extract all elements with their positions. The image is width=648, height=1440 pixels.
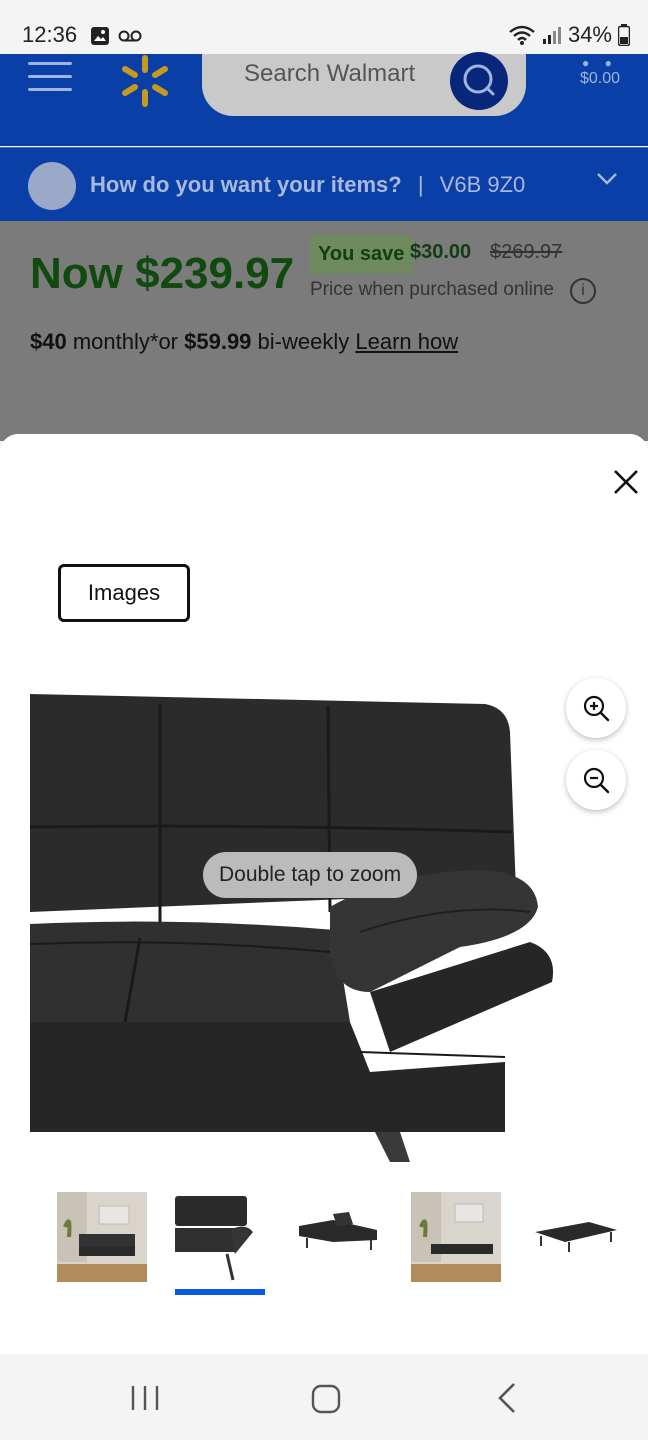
status-bar: 12:36 34% (0, 0, 648, 54)
selected-thumbnail-indicator (175, 1289, 265, 1295)
product-main-image[interactable] (30, 692, 570, 1172)
voicemail-icon (118, 30, 142, 42)
search-button[interactable] (450, 52, 508, 110)
thumb-room-view-2[interactable] (411, 1192, 501, 1282)
biweekly-text: bi-weekly (257, 329, 350, 354)
zoom-out-icon (583, 767, 610, 794)
delivery-selector[interactable]: How do you want your items? | V6B 9Z0 (0, 147, 648, 221)
search-placeholder: Search Walmart (244, 60, 416, 87)
menu-icon[interactable] (28, 62, 72, 96)
gallery-icon (91, 27, 109, 45)
delivery-question-text: How do you want your items? (90, 172, 402, 197)
learn-how-link[interactable]: Learn how (355, 329, 458, 354)
delivery-postal-code: V6B 9Z0 (439, 172, 526, 197)
zoom-in-button[interactable] (566, 678, 626, 738)
double-tap-hint: Double tap to zoom (203, 852, 418, 898)
thumb-reclined[interactable] (293, 1192, 383, 1282)
current-price: Now $239.97 (30, 249, 295, 298)
images-tab[interactable]: Images (58, 564, 190, 622)
status-notification-icons (90, 26, 142, 46)
battery-icon (618, 24, 630, 46)
chevron-down-icon (597, 173, 617, 185)
wifi-icon (509, 25, 535, 45)
thumbnail-strip (0, 1192, 648, 1302)
signal-icon (542, 27, 561, 44)
status-time: 12:36 (22, 22, 78, 47)
was-price: $269.97 (490, 241, 563, 263)
cart-total: $0.00 (579, 70, 620, 87)
financing-line: $40 monthly*or $59.99 bi-weekly Learn ho… (30, 329, 458, 355)
info-icon[interactable]: i (570, 278, 596, 304)
price-note: Price when purchased online (310, 279, 554, 300)
zoom-in-icon (583, 695, 610, 722)
search-bar[interactable]: Search Walmart (202, 52, 526, 116)
monthly-amount: $40 (30, 329, 67, 354)
delivery-phone-icon (28, 162, 76, 210)
delivery-separator: | (417, 172, 424, 197)
site-header: Search Walmart ● ● $0.00 (0, 52, 648, 146)
home-icon[interactable] (311, 1384, 341, 1414)
you-save-badge: You save (310, 235, 413, 274)
cart-button[interactable]: ● ● $0.00 (580, 56, 620, 88)
battery-percent: 34% (567, 22, 612, 47)
zoom-out-button[interactable] (566, 750, 626, 810)
save-amount: $30.00 (410, 241, 472, 263)
close-icon[interactable] (612, 468, 640, 496)
walmart-spark-logo[interactable] (118, 54, 172, 108)
price-section: Now $239.97 You save $30.00 $269.97 Pric… (0, 221, 648, 441)
thumb-room-view[interactable] (57, 1192, 147, 1282)
cart-icon: ● ● (582, 56, 618, 70)
back-icon[interactable] (496, 1382, 518, 1414)
thumb-closeup-armrest[interactable] (175, 1192, 265, 1282)
delivery-question: How do you want your items? | V6B 9Z0 (90, 172, 525, 198)
biweekly-amount: $59.99 (184, 329, 252, 354)
recent-apps-icon[interactable] (130, 1384, 160, 1412)
android-nav-bar (0, 1354, 648, 1440)
monthly-text: monthly*or (72, 329, 178, 354)
image-viewer-modal: Images Double tap to zoom (0, 434, 648, 1354)
search-icon (463, 64, 495, 96)
thumb-flat-bed[interactable] (529, 1192, 619, 1282)
status-system-icons: 34% (508, 22, 630, 48)
